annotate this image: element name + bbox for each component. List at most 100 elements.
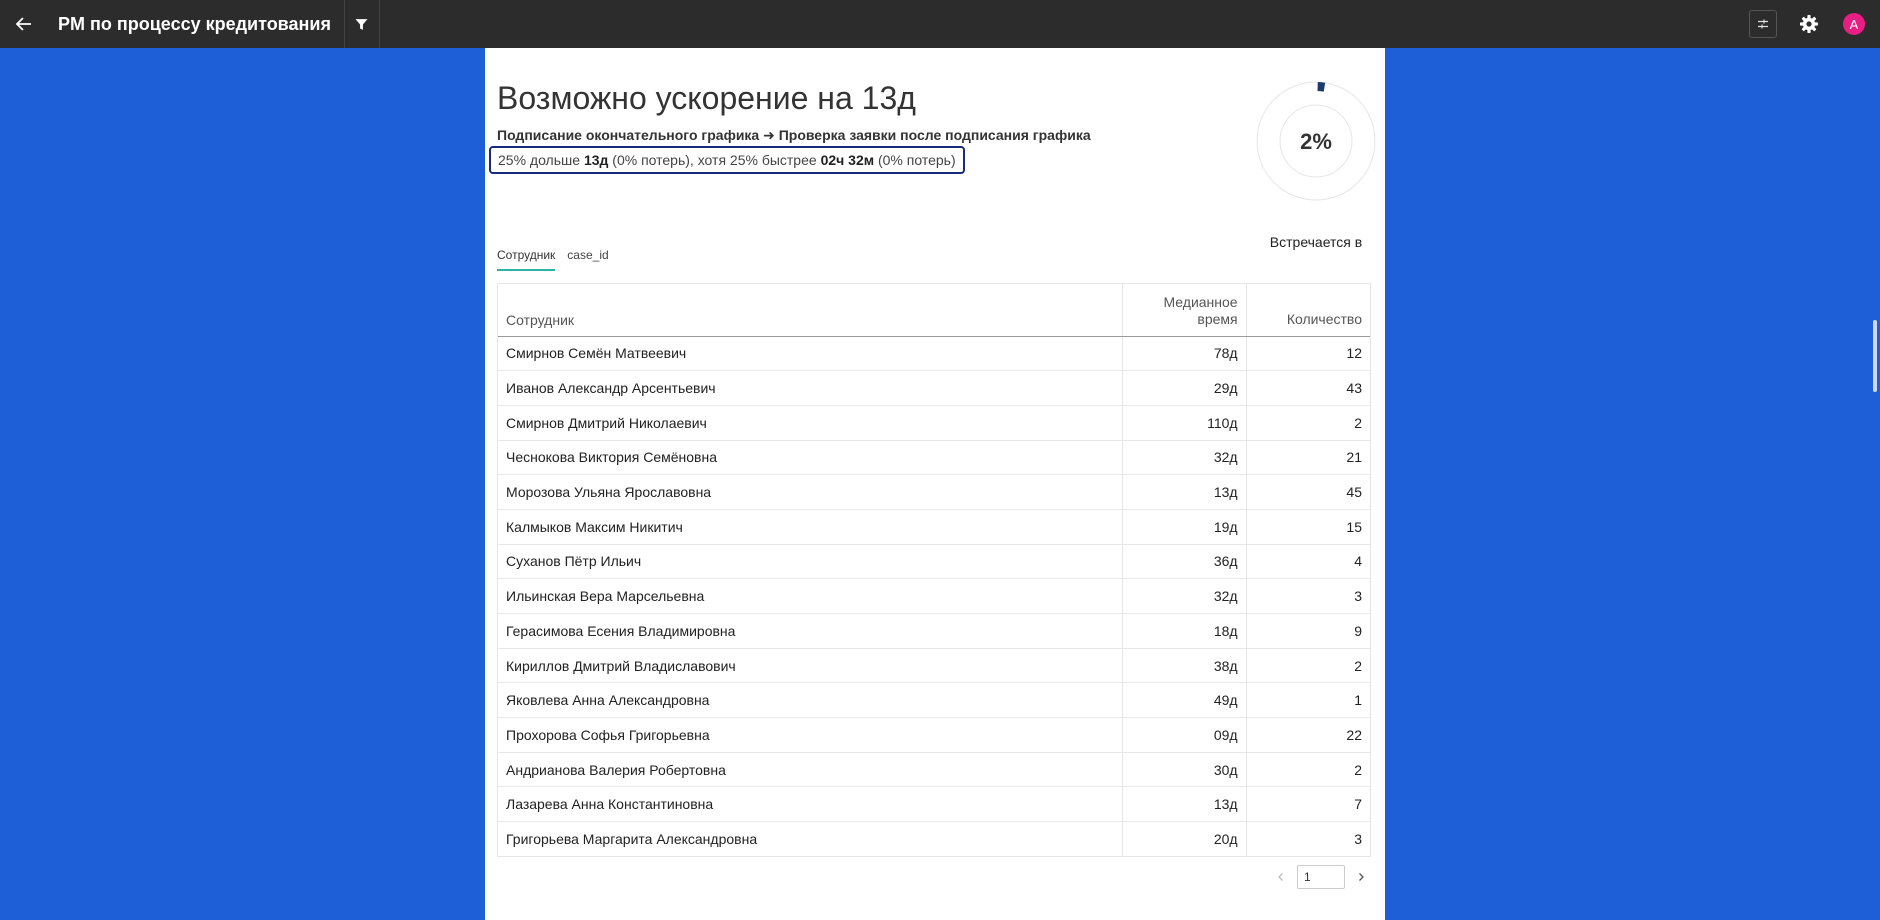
chevron-right-icon xyxy=(1359,873,1364,881)
median-time-cell: 13д xyxy=(1122,474,1247,510)
column-header-employee[interactable]: Сотрудник xyxy=(498,284,1123,337)
occurrence-arc xyxy=(1317,82,1326,92)
count-cell: 21 xyxy=(1246,440,1370,476)
median-time-cell: 49д xyxy=(1122,682,1247,719)
user-avatar[interactable]: A xyxy=(1843,13,1865,35)
count-cell: 2 xyxy=(1246,405,1370,441)
table-row[interactable]: Чеснокова Виктория Семёновна 32д 21 xyxy=(498,440,1370,476)
median-time-cell: 78д xyxy=(1122,336,1247,372)
occurrence-percent: 2% xyxy=(1300,129,1332,154)
employee-name-cell: Морозова Ульяна Ярославовна xyxy=(498,474,1123,510)
sliders-icon xyxy=(1758,19,1768,29)
table-row[interactable]: Ильинская Вера Марсельевна 32д 3 xyxy=(498,578,1370,614)
count-cell: 1 xyxy=(1246,682,1370,719)
table-row[interactable]: Герасимова Есения Владимировна 18д 9 xyxy=(498,613,1370,649)
employee-name-cell: Калмыков Максим Никитич xyxy=(498,509,1123,545)
breakdown-tabs: Сотрудник case_id xyxy=(497,248,621,271)
stats-text: 25% дольше xyxy=(498,152,584,168)
stats-text: (0% потерь), хотя 25% быстрее xyxy=(608,152,821,168)
employee-name-cell: Смирнов Дмитрий Николаевич xyxy=(498,405,1123,441)
median-time-cell: 29д xyxy=(1122,370,1247,406)
employee-name-cell: Суханов Пётр Ильич xyxy=(498,544,1123,580)
median-time-cell: 20д xyxy=(1122,821,1247,857)
table-row[interactable]: Морозова Ульяна Ярославовна 13д 45 xyxy=(498,474,1370,510)
median-time-cell: 32д xyxy=(1122,578,1247,614)
table-row[interactable]: Прохорова Софья Григорьевна 09д 22 xyxy=(498,717,1370,753)
table-row[interactable]: Лазарева Анна Константиновна 13д 7 xyxy=(498,786,1370,823)
prev-page-button[interactable] xyxy=(1269,865,1293,889)
employee-name-cell: Смирнов Семён Матвеевич xyxy=(498,336,1123,372)
count-cell: 9 xyxy=(1246,613,1370,649)
tab-employee[interactable]: Сотрудник xyxy=(497,248,556,271)
count-cell: 2 xyxy=(1246,648,1370,684)
table-row[interactable]: Смирнов Дмитрий Николаевич 110д 2 xyxy=(498,405,1370,441)
page-number-input[interactable] xyxy=(1297,865,1345,889)
count-cell: 22 xyxy=(1246,717,1370,753)
table-row[interactable]: Кириллов Дмитрий Владиславович 38д 2 xyxy=(498,648,1370,684)
arrow-left-icon xyxy=(15,17,31,31)
table-row[interactable]: Иванов Александр Арсентьевич 29д 43 xyxy=(498,370,1370,406)
table-row[interactable]: Григорьева Маргарита Александровна 20д 3 xyxy=(498,821,1370,857)
table-row[interactable]: Смирнов Семён Матвеевич 78д 12 xyxy=(498,336,1370,372)
page-scrollbar[interactable] xyxy=(1873,320,1877,392)
median-time-cell: 30д xyxy=(1122,752,1247,788)
employee-name-cell: Прохорова Софья Григорьевна xyxy=(498,717,1123,753)
insight-headline: Возможно ускорение на 13д xyxy=(497,80,916,116)
occurrence-caption: Встречается в xyxy=(1269,234,1363,250)
employee-name-cell: Герасимова Есения Владимировна xyxy=(498,613,1123,649)
median-time-cell: 110д xyxy=(1122,405,1247,441)
employee-name-cell: Ильинская Вера Марсельевна xyxy=(498,578,1123,614)
count-cell: 12 xyxy=(1246,336,1370,372)
fast-duration-value: 02ч 32м xyxy=(820,152,875,168)
settings-button[interactable] xyxy=(1797,12,1821,36)
back-button[interactable] xyxy=(0,0,48,48)
median-time-cell: 19д xyxy=(1122,509,1247,545)
count-cell: 7 xyxy=(1246,786,1370,823)
median-time-cell: 38д xyxy=(1122,648,1247,684)
table-row[interactable]: Калмыков Максим Никитич 19д 15 xyxy=(498,509,1370,545)
median-time-cell: 32д xyxy=(1122,440,1247,476)
app-title: PM по процессу кредитования xyxy=(58,13,331,34)
median-time-cell: 09д xyxy=(1122,717,1247,753)
employee-table: Сотрудник Медианное время Количество Сми… xyxy=(497,283,1371,858)
stats-text: (0% потерь) xyxy=(874,152,956,168)
occurrence-gauge: 2% Встречается в xyxy=(1246,78,1386,250)
employee-name-cell: Лазарева Анна Константиновна xyxy=(498,786,1123,823)
table-row[interactable]: Суханов Пётр Ильич 36д 4 xyxy=(498,544,1370,580)
count-cell: 3 xyxy=(1246,578,1370,614)
count-cell: 2 xyxy=(1246,752,1370,788)
view-settings-button[interactable] xyxy=(1749,10,1777,38)
slow-duration-value: 13д xyxy=(583,152,609,168)
toolbar-divider xyxy=(378,0,380,48)
employee-name-cell: Яковлева Анна Александровна xyxy=(498,682,1123,719)
median-time-cell: 36д xyxy=(1122,544,1247,580)
median-time-cell: 13д xyxy=(1122,786,1247,823)
filter-button[interactable] xyxy=(345,0,379,48)
employee-name-cell: Иванов Александр Арсентьевич xyxy=(498,370,1123,406)
pagination xyxy=(1269,865,1373,889)
column-header-count[interactable]: Количество xyxy=(1246,284,1370,337)
table-row[interactable]: Яковлева Анна Александровна 49д 1 xyxy=(498,682,1370,719)
count-cell: 15 xyxy=(1246,509,1370,545)
employee-name-cell: Чеснокова Виктория Семёновна xyxy=(498,440,1123,476)
duration-stats: 25% дольше 13д (0% потерь), хотя 25% быс… xyxy=(489,146,965,174)
employee-name-cell: Кириллов Дмитрий Владиславович xyxy=(498,648,1123,684)
top-bar: PM по процессу кредитования A xyxy=(0,0,1880,48)
column-header-median-time[interactable]: Медианное время xyxy=(1122,284,1247,337)
transition-label: Подписание окончательного графика ➜ Пров… xyxy=(497,127,1091,143)
insight-panel: Возможно ускорение на 13д Подписание око… xyxy=(485,48,1385,920)
chevron-left-icon xyxy=(1278,873,1283,881)
occurrence-donut: 2% xyxy=(1256,81,1376,201)
count-cell: 4 xyxy=(1246,544,1370,580)
count-cell: 45 xyxy=(1246,474,1370,510)
funnel-icon xyxy=(356,18,368,30)
employee-name-cell: Григорьева Маргарита Александровна xyxy=(498,821,1123,857)
median-time-cell: 18д xyxy=(1122,613,1247,649)
table-row[interactable]: Андрианова Валерия Робертовна 30д 2 xyxy=(498,752,1370,788)
count-cell: 3 xyxy=(1354,831,1362,848)
count-cell: 43 xyxy=(1246,370,1370,406)
tab-case-id[interactable]: case_id xyxy=(567,248,608,271)
next-page-button[interactable] xyxy=(1349,865,1373,889)
employee-name-cell: Андрианова Валерия Робертовна xyxy=(498,752,1123,788)
table-header-row: Сотрудник Медианное время Количество xyxy=(498,284,1370,337)
